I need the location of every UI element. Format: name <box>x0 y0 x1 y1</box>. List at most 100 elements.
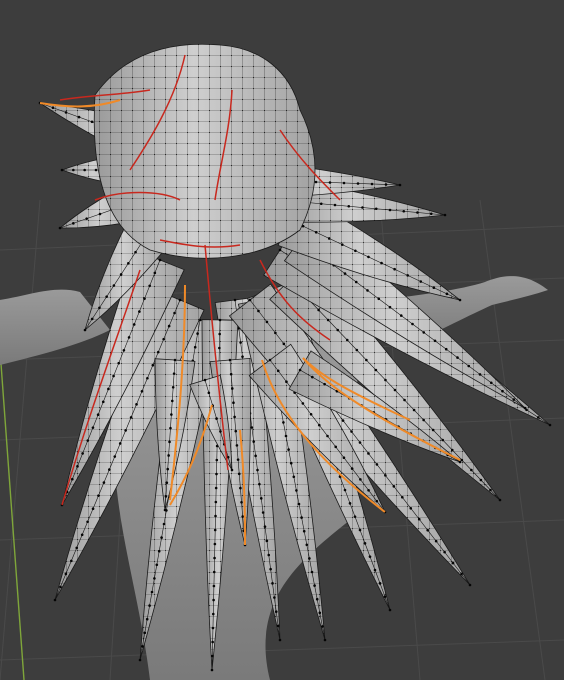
mesh-vertex <box>53 598 57 602</box>
body-arm-left[interactable] <box>0 289 110 365</box>
mesh-vertex <box>271 582 274 585</box>
mesh-vertex <box>274 331 277 335</box>
mesh-vertex <box>353 515 357 518</box>
mesh-vertex <box>393 267 396 271</box>
mesh-vertex <box>343 488 347 492</box>
mesh-vertex <box>309 412 313 416</box>
mesh-vertex <box>241 355 244 358</box>
mesh-vertex <box>64 572 68 576</box>
mesh-vertex <box>319 202 323 206</box>
mesh-vertex <box>313 584 316 587</box>
mesh-vertex <box>193 345 197 349</box>
mesh-vertex <box>160 536 163 539</box>
hair-mesh[interactable] <box>38 43 552 672</box>
mesh-vertex <box>460 572 463 576</box>
mesh-vertex <box>228 358 232 362</box>
mesh-vertex <box>162 337 165 341</box>
mesh-vertex <box>261 511 265 514</box>
mesh-vertex <box>215 417 218 420</box>
mesh-vertex <box>321 625 324 628</box>
mesh-vertex <box>166 467 170 471</box>
mesh-vertex <box>367 488 370 492</box>
mesh-vertex <box>212 584 216 588</box>
mesh-vertex <box>72 168 75 172</box>
mesh-vertex <box>523 406 527 410</box>
mesh-vertex <box>212 598 215 602</box>
mesh-vertex <box>363 542 367 545</box>
mesh-vertex <box>259 497 263 500</box>
mesh-vertex <box>151 363 155 367</box>
mesh-vertex <box>265 539 269 543</box>
mesh-vertex <box>162 522 166 526</box>
mesh-vertex <box>134 250 137 254</box>
mesh-vertex <box>429 212 433 216</box>
mesh-vertex <box>301 402 305 405</box>
mesh-vertex <box>380 261 383 265</box>
mesh-vertex <box>333 203 337 207</box>
mesh-vertex <box>267 553 271 557</box>
mesh-vertex <box>236 458 240 461</box>
mesh-vertex <box>314 180 318 184</box>
viewport-canvas[interactable] <box>0 0 564 680</box>
mesh-vertex <box>373 568 377 572</box>
mesh-vertex <box>91 507 95 510</box>
mesh-vertex <box>328 181 332 184</box>
mesh-vertex <box>211 654 214 658</box>
mesh-vertex <box>278 248 282 252</box>
mesh-vertex <box>129 416 133 419</box>
mesh-vertex <box>156 350 160 354</box>
mesh-vertex <box>273 596 276 599</box>
mesh-vertex <box>361 206 364 209</box>
mesh-vertex <box>234 429 238 433</box>
mesh-vertex <box>342 456 346 460</box>
mesh-vertex <box>83 168 86 172</box>
mesh-vertex <box>422 331 426 334</box>
mesh-vertex <box>250 426 254 429</box>
mesh-vertex <box>276 624 280 628</box>
mesh-vertex <box>214 486 218 490</box>
mesh-vertex <box>218 318 222 322</box>
mesh-vertex <box>118 442 122 445</box>
mesh-vertex <box>143 297 146 300</box>
mesh-vertex <box>375 499 379 503</box>
mesh-vertex <box>265 320 269 324</box>
mesh-vertex <box>444 347 448 351</box>
mesh-vertex <box>366 289 369 292</box>
mesh-vertex <box>235 444 239 447</box>
mesh-vertex <box>145 617 149 621</box>
mesh-vertex <box>478 373 482 376</box>
mesh-vertex <box>218 332 221 336</box>
mesh-vertex <box>169 426 172 430</box>
mesh-vertex <box>445 292 449 296</box>
mesh-vertex <box>289 461 293 465</box>
mesh-vertex <box>479 478 483 482</box>
mesh-vertex <box>314 231 318 234</box>
mesh-vertex <box>218 346 221 350</box>
mesh-vertex <box>388 305 392 309</box>
mesh-vertex <box>241 515 244 518</box>
mesh-vertex <box>374 368 378 372</box>
mesh-vertex <box>240 501 243 504</box>
mesh-vertex <box>98 306 101 310</box>
mesh-vertex <box>317 423 321 427</box>
mesh-vertex <box>173 311 176 315</box>
mesh-vertex <box>315 597 319 601</box>
mesh-vertex <box>90 317 94 321</box>
3d-viewport[interactable] <box>0 0 564 680</box>
mesh-vertex <box>406 274 409 277</box>
mesh-vertex <box>450 448 454 452</box>
mesh-vertex <box>393 388 397 392</box>
mesh-vertex <box>263 525 267 528</box>
mesh-vertex <box>359 478 362 481</box>
mesh-vertex <box>358 528 362 532</box>
mesh-vertex <box>441 438 445 442</box>
mesh-vertex <box>153 271 157 275</box>
mesh-vertex <box>107 387 110 391</box>
mesh-vertex <box>85 217 88 220</box>
mesh-vertex <box>163 508 167 512</box>
mesh-vertex <box>548 423 552 427</box>
mesh-vertex <box>409 506 413 510</box>
mesh-vertex <box>318 611 322 615</box>
mesh-vertex <box>98 212 102 216</box>
mesh-vertex <box>347 204 351 208</box>
